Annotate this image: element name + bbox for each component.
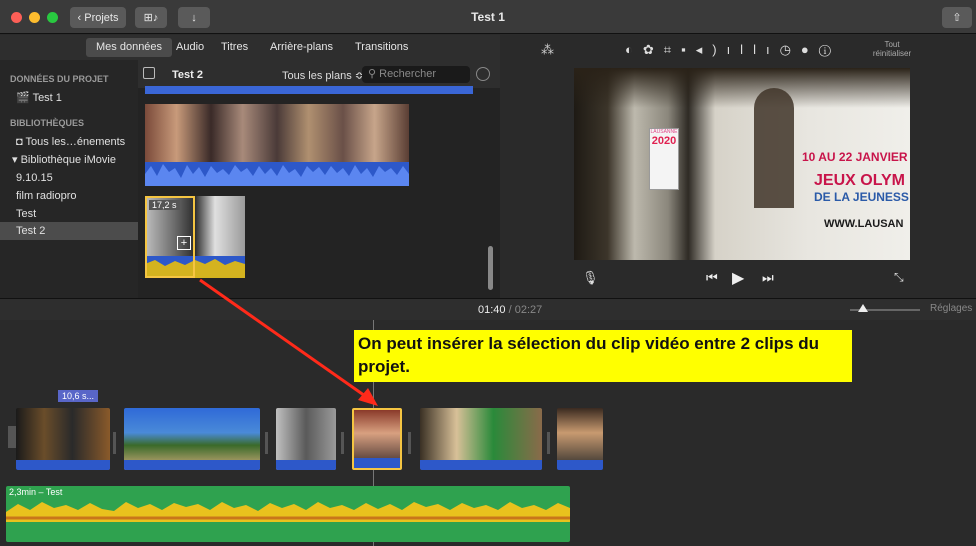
annotation-callout: On peut insérer la sélection du clip vid… — [354, 330, 852, 382]
annotation-arrow — [199, 278, 378, 406]
